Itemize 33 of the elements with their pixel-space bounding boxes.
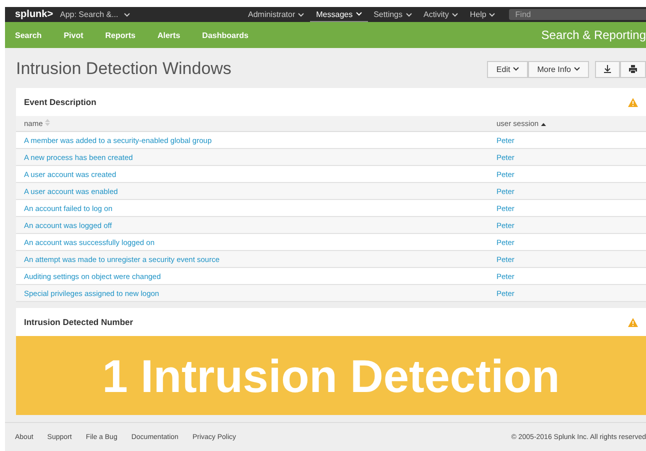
splunk-logo[interactable]: splunk> (15, 9, 60, 20)
caret-icon (513, 67, 520, 71)
print-button[interactable] (620, 60, 646, 78)
caret-icon (489, 12, 496, 16)
nav-menu[interactable]: Help (464, 7, 502, 22)
app-nav-item[interactable]: Reports (105, 30, 136, 40)
caret-icon (298, 12, 304, 16)
app-menu[interactable]: App: Search &... (60, 10, 242, 19)
download-icon (604, 65, 611, 73)
panel-title: Intrusion Detected Number (24, 317, 134, 327)
single-value: 1 Intrusion Detection (16, 336, 646, 415)
app-nav-item[interactable]: Dashboards (202, 30, 248, 40)
nav-menu[interactable]: Administrator (242, 7, 310, 22)
caret-icon (124, 12, 130, 16)
nav-menu[interactable]: Activity (418, 7, 464, 22)
menu-button[interactable]: More Info (528, 60, 589, 78)
nav-menu[interactable]: Settings (368, 7, 418, 22)
panel-title: Event Description (24, 97, 96, 107)
app-nav-item[interactable]: Pivot (64, 30, 84, 40)
caret-icon (356, 12, 362, 16)
export-button[interactable] (595, 60, 620, 78)
app-nav-item[interactable]: Alerts (157, 30, 180, 40)
search-field[interactable]: Find (509, 9, 646, 20)
printer-icon (629, 65, 637, 73)
dashboard-title: Intrusion Detection Windows (16, 59, 232, 79)
warning-icon (628, 98, 638, 106)
app-title: Search & Reporting (541, 28, 646, 42)
app-nav-item[interactable]: Search (15, 30, 42, 40)
caret-icon (452, 12, 458, 16)
caret-icon (406, 12, 412, 16)
menu-button[interactable]: Edit (487, 60, 528, 78)
warning-icon (628, 318, 638, 326)
caret-icon (574, 67, 580, 71)
